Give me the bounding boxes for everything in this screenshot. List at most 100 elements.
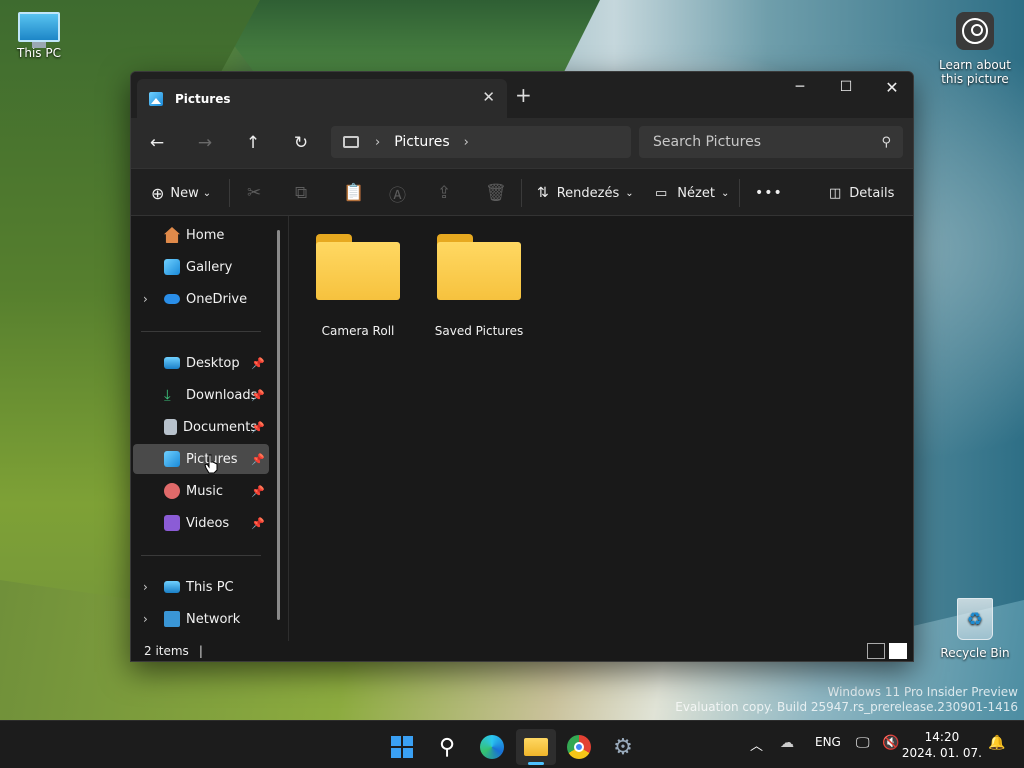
command-bar: ⊕ New ⌄ ✂ ⧉ 📋 Ⓐ ⇪ 🗑 ⇅ Rendezés ⌄ ▭ Nézet… (131, 168, 913, 216)
pin-icon[interactable]: 📌 (251, 357, 265, 370)
home-icon (164, 227, 180, 243)
view-button-label: Nézet (677, 185, 715, 201)
sidebar-item-label: Network (186, 611, 241, 627)
desktop-icon-recycle-bin[interactable]: ♻ Recycle Bin (940, 598, 1010, 660)
onedrive-icon (164, 294, 180, 304)
delete-button[interactable]: 🗑 (485, 169, 507, 217)
new-tab-button[interactable]: + (515, 83, 532, 107)
volume-muted-icon[interactable]: 🔇 (882, 735, 899, 751)
search-button[interactable]: ⚲ (427, 729, 467, 765)
chevron-right-icon[interactable]: › (464, 135, 469, 150)
pin-icon[interactable]: 📌 (251, 485, 265, 498)
sidebar-item-desktop[interactable]: Desktop 📌 (133, 348, 269, 378)
up-button[interactable]: ↑ (229, 125, 277, 161)
start-icon (391, 736, 413, 758)
edge-pre-button[interactable] (472, 729, 512, 765)
new-button[interactable]: ⊕ New ⌄ (151, 169, 211, 217)
sidebar-item-label: Videos (186, 515, 230, 531)
desktop-icon-this-pc[interactable]: This PC (10, 12, 68, 60)
sidebar-item-music[interactable]: Music 📌 (133, 476, 269, 506)
sidebar-item-label: Desktop (186, 355, 240, 371)
pin-icon[interactable]: 📌 (251, 517, 265, 530)
videos-icon (164, 515, 180, 531)
pin-icon[interactable]: 📌 (251, 421, 265, 434)
show-hidden-icons-button[interactable]: ︿ (750, 735, 763, 754)
folder-name: Camera Roll (321, 324, 395, 338)
clock[interactable]: 14:20 2024. 01. 07. (902, 729, 982, 761)
desktop-icon-label: Recycle Bin (940, 646, 1010, 660)
paste-button[interactable]: 📋 (343, 169, 364, 217)
chevron-right-icon[interactable]: › (143, 612, 148, 626)
chrome-button[interactable] (559, 729, 599, 765)
folder-icon (437, 234, 521, 300)
learn-about-picture-icon (956, 12, 994, 50)
file-list-area[interactable]: Camera Roll Saved Pictures (289, 216, 913, 642)
sidebar-item-this-pc[interactable]: › This PC (133, 572, 269, 602)
view-button[interactable]: ▭ Nézet ⌄ (655, 169, 729, 217)
desktop-icon (164, 357, 180, 369)
documents-icon (164, 419, 177, 435)
sidebar-item-gallery[interactable]: Gallery (133, 252, 269, 282)
close-tab-icon[interactable]: ✕ (482, 88, 495, 106)
sort-button[interactable]: ⇅ Rendezés ⌄ (537, 169, 634, 217)
desktop-icon-label: Learn about this picture (939, 58, 1011, 86)
watermark-line2: Evaluation copy. Build 25947.rs_prerelea… (675, 700, 1018, 714)
onedrive-tray-icon[interactable]: ☁ (780, 735, 794, 751)
start-button[interactable] (382, 729, 422, 765)
search-icon: ⚲ (881, 134, 891, 150)
forward-button[interactable]: → (181, 125, 229, 161)
details-view-button[interactable] (867, 643, 885, 659)
new-button-label: New (170, 185, 199, 201)
cut-button[interactable]: ✂ (247, 169, 261, 217)
sidebar-item-videos[interactable]: Videos 📌 (133, 508, 269, 538)
language-indicator[interactable]: ENG (815, 735, 841, 749)
view-icon: ▭ (655, 185, 668, 201)
taskbar: ⚲ ⚙ ︿ ☁ ENG 🖵 🔇 14:20 2024. 01. 07. 🔔 (0, 720, 1024, 768)
file-explorer-icon (524, 738, 548, 756)
this-pc-icon (343, 136, 359, 148)
back-button[interactable]: ← (133, 125, 181, 161)
address-bar[interactable]: › Pictures › (331, 126, 631, 158)
refresh-button[interactable]: ↻ (277, 125, 325, 161)
chevron-right-icon[interactable]: › (143, 580, 148, 594)
folder-item[interactable]: Camera Roll (303, 234, 413, 338)
close-window-button[interactable]: ✕ (869, 72, 913, 102)
breadcrumb-pictures[interactable]: Pictures (394, 134, 449, 150)
desktop-icon-learn-about-picture[interactable]: Learn about this picture (936, 12, 1014, 86)
tab-title: Pictures (175, 91, 231, 106)
pin-icon[interactable]: 📌 (251, 389, 265, 402)
details-button[interactable]: ◫ Details (829, 169, 894, 217)
notification-bell-icon[interactable]: 🔔 (988, 735, 1005, 751)
network-tray-icon[interactable]: 🖵 (856, 735, 870, 751)
folder-item[interactable]: Saved Pictures (424, 234, 534, 338)
search-box[interactable]: ⚲ (639, 126, 903, 158)
edge-pre-icon (480, 735, 504, 759)
chevron-right-icon[interactable]: › (143, 292, 148, 306)
tab-pictures[interactable]: Pictures ✕ (137, 79, 507, 118)
search-input[interactable] (653, 134, 853, 150)
sidebar-item-downloads[interactable]: ⤓ Downloads 📌 (133, 380, 269, 410)
rename-button[interactable]: Ⓐ (389, 169, 406, 217)
copy-button[interactable]: ⧉ (295, 169, 307, 217)
large-icons-view-button[interactable] (889, 643, 907, 659)
toolbar-divider (521, 179, 522, 207)
sidebar-item-label: Music (186, 483, 223, 499)
nav-divider (141, 555, 261, 556)
settings-button[interactable]: ⚙ (603, 729, 643, 765)
chevron-right-icon[interactable]: › (375, 135, 380, 150)
monitor-icon (18, 12, 60, 48)
navigation-scrollbar[interactable] (277, 230, 280, 620)
minimize-button[interactable]: ─ (777, 72, 823, 102)
hand-cursor-icon (204, 454, 218, 474)
sidebar-item-onedrive[interactable]: › OneDrive (133, 284, 269, 314)
maximize-button[interactable]: ☐ (823, 72, 869, 102)
plus-circle-icon: ⊕ (151, 183, 165, 203)
sidebar-item-pictures[interactable]: Pictures 📌 (133, 444, 269, 474)
see-more-button[interactable]: ••• (755, 169, 783, 217)
sidebar-item-documents[interactable]: Documents 📌 (133, 412, 269, 442)
file-explorer-button[interactable] (516, 729, 556, 765)
share-button[interactable]: ⇪ (437, 169, 451, 217)
sidebar-item-network[interactable]: › Network (133, 604, 269, 634)
sidebar-item-home[interactable]: Home (133, 220, 269, 250)
pin-icon[interactable]: 📌 (251, 453, 265, 466)
